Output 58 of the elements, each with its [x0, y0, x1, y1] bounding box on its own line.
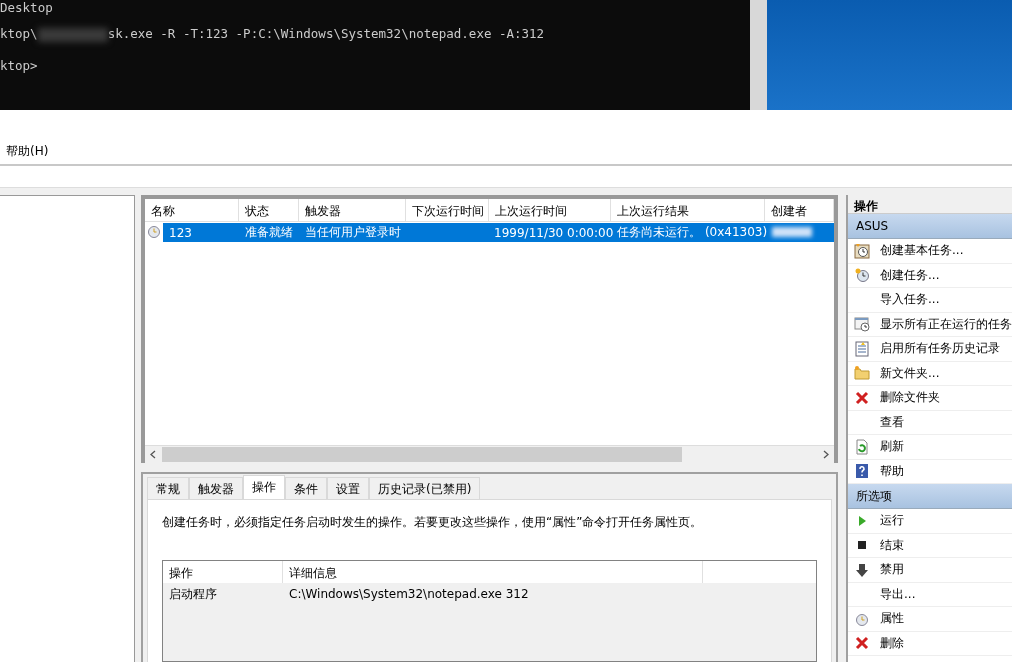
column-header[interactable]: 下次运行时间 [405, 199, 490, 221]
folder-icon [854, 365, 870, 382]
action-item[interactable]: 新文件夹... [880, 364, 940, 382]
section-header[interactable]: ASUS [848, 214, 1012, 239]
menu-item[interactable]: 帮助(H) [0, 143, 55, 164]
action-item[interactable]: 创建任务... [880, 266, 940, 284]
column-header[interactable]: 上次运行时间 [489, 199, 611, 221]
tab[interactable]: 条件 [285, 477, 327, 499]
help-icon [854, 463, 870, 480]
action-item[interactable]: 属性 [880, 610, 904, 628]
tab[interactable]: 触发器 [189, 477, 243, 499]
action-item[interactable]: 禁用 [880, 561, 904, 579]
action-item[interactable]: 显示所有正在运行的任务 [880, 315, 1012, 333]
column-header[interactable]: 操作 [163, 561, 283, 583]
terminal-line: sk.exe -R -T:123 -P:C:\Windows\System32\notepad.exe -A:312 [107, 26, 545, 41]
cross-icon [854, 635, 870, 652]
action-item[interactable]: 创建基本任务... [880, 242, 964, 260]
panel-title: 操作 [848, 195, 1012, 214]
tab[interactable]: 历史记录(已禁用) [369, 477, 481, 499]
column-header[interactable]: 触发器 [298, 199, 406, 221]
terminal-line: ktop\ [0, 26, 38, 41]
table-cell-text: 任务尚未运行。 (0x41303) [616, 224, 767, 241]
log-icon [854, 340, 870, 357]
clock-card-icon [854, 242, 870, 259]
column-header[interactable]: 创建者 [764, 199, 834, 221]
terminal-line: ktop> [0, 58, 38, 73]
action-item[interactable]: 启用所有任务历史记录 [880, 340, 1000, 358]
section-header[interactable]: 所选项 [848, 484, 1012, 509]
clock-icon [854, 267, 870, 284]
action-item[interactable]: 运行 [880, 512, 904, 530]
action-item[interactable]: 刷新 [880, 438, 904, 456]
action-item[interactable]: 删除文件夹 [880, 389, 940, 407]
action-item[interactable]: 查看 [880, 413, 904, 431]
terminal-line: Desktop [0, 0, 53, 15]
cross-icon [854, 389, 870, 406]
action-item[interactable]: 删除 [880, 634, 904, 652]
table-cell-text: 1999/11/30 0:00:00 [493, 225, 612, 240]
table-cell-text: 当任何用户登录时 [303, 224, 402, 241]
table-cell-text: 启动程序 [168, 585, 218, 603]
clock-icon [146, 223, 162, 239]
refresh-icon [854, 438, 870, 455]
column-header[interactable]: 名称 [145, 199, 240, 221]
table-cell-text: 123 [168, 225, 193, 240]
down-arrow-icon [854, 561, 870, 578]
action-item[interactable]: 导入任务... [880, 291, 940, 309]
action-item[interactable]: 帮助 [880, 462, 904, 480]
action-item[interactable]: 导出... [880, 585, 916, 603]
calendar-clock-icon [854, 316, 870, 333]
action-item[interactable]: 结束 [880, 536, 904, 554]
column-header[interactable]: 状态 [239, 199, 299, 221]
description-text: 创建任务时，必须指定任务启动时发生的操作。若要更改这些操作，使用“属性”命令打开任务属性页。 [162, 514, 704, 530]
table-cell-text: C:\Windows\System32\notepad.exe 312 [288, 587, 530, 601]
tab[interactable]: 操作 [243, 475, 285, 499]
column-header[interactable]: 详细信息 [283, 561, 703, 583]
tab[interactable]: 设置 [327, 477, 369, 499]
tab[interactable]: 常规 [147, 477, 189, 499]
column-header[interactable]: 上次运行结果 [611, 199, 765, 221]
table-cell-text: 准备就绪 [243, 224, 294, 241]
